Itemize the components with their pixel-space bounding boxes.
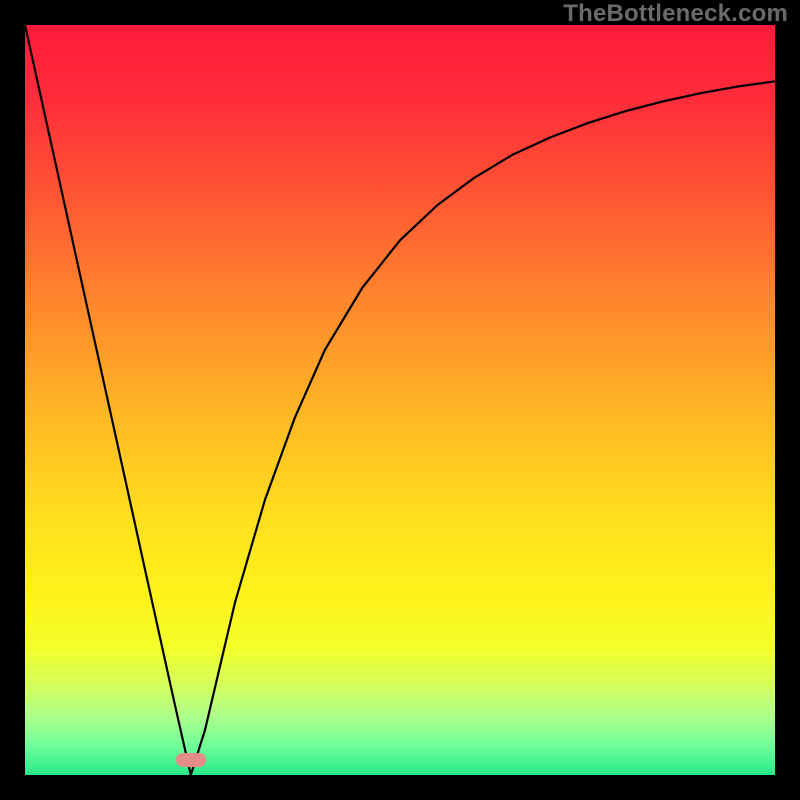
optimal-point-marker [176,753,206,767]
plot-area [25,25,775,775]
bottleneck-curve [25,25,775,775]
watermark-text: TheBottleneck.com [563,0,788,28]
chart-frame: TheBottleneck.com [0,0,800,800]
